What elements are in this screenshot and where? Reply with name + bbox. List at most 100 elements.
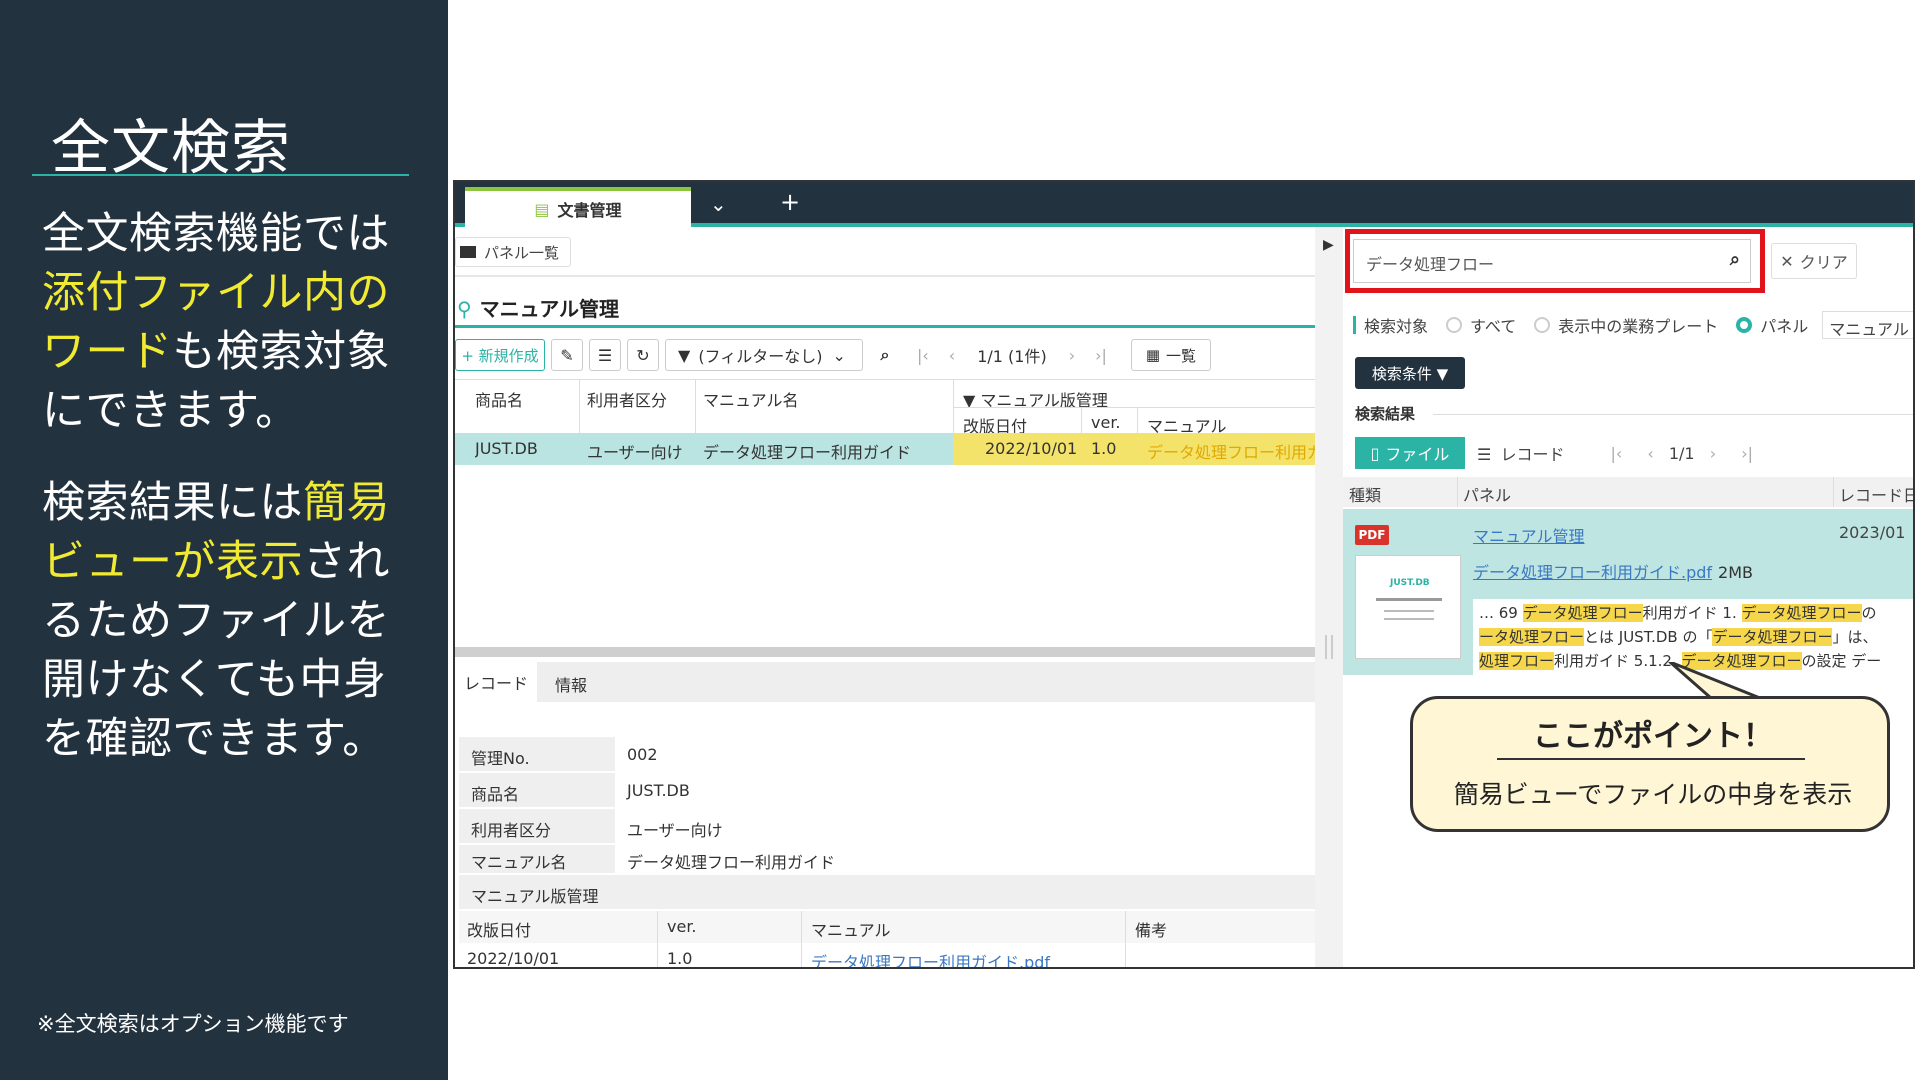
- grid-border: [953, 407, 1315, 408]
- scope-panel-radio[interactable]: [1736, 317, 1753, 333]
- drag-handle[interactable]: [1325, 635, 1333, 659]
- para1-text: 全文検索機能では: [42, 209, 390, 259]
- field-value: 002: [627, 745, 658, 764]
- document-icon: ▤: [534, 199, 550, 219]
- col-panel: パネル: [1463, 486, 1512, 505]
- sub-header-manual: マニュアル: [811, 921, 891, 940]
- prev-page-icon[interactable]: ‹: [949, 346, 955, 365]
- refresh-button[interactable]: ↻: [627, 339, 659, 371]
- snippet-text: とは JUST.DB の「: [1584, 628, 1713, 646]
- results-label: 検索結果: [1355, 405, 1416, 423]
- tab-info[interactable]: 情報: [555, 672, 587, 696]
- field-value: データ処理フロー利用ガイド: [627, 853, 836, 872]
- field-row: マニュアル名 データ処理フロー利用ガイド: [459, 845, 1319, 873]
- scope-plate-radio[interactable]: [1534, 317, 1551, 333]
- pane-splitter[interactable]: [455, 647, 1315, 657]
- clear-label: クリア: [1799, 253, 1848, 272]
- callout-underline: [1497, 758, 1805, 760]
- list-view-button[interactable]: ▦ 一覧: [1130, 339, 1211, 371]
- search-result-item[interactable]: PDF JUST.DB マニュアル管理 2023/01 データ処理フロー利用ガイ…: [1343, 509, 1913, 675]
- slide-paragraph-1: 全文検索機能では 添付ファイル内の ワードも検索対象 にできます。: [42, 205, 412, 441]
- clear-icon: ✕: [1780, 251, 1794, 271]
- next-page-icon[interactable]: ›: [1069, 346, 1075, 365]
- first-page-icon[interactable]: |‹: [1610, 444, 1622, 463]
- header-manual-name[interactable]: マニュアル名: [703, 387, 799, 411]
- next-page-icon[interactable]: ›: [1710, 444, 1716, 463]
- para2-text: 開けなくても中身: [42, 655, 387, 705]
- result-file-link[interactable]: データ処理フロー利用ガイド.pdf: [1473, 563, 1712, 582]
- point-callout: ここがポイント！ 簡易ビューでファイルの中身を表示: [1410, 696, 1890, 832]
- para2-text: され: [303, 537, 390, 587]
- tab-record-results[interactable]: ☰ レコード: [1477, 441, 1564, 465]
- panel-list-button[interactable]: パネル一覧: [455, 237, 571, 267]
- grid-border: [657, 911, 658, 967]
- result-file: データ処理フロー利用ガイド.pdf 2MB: [1473, 559, 1753, 583]
- new-record-button[interactable]: + 新規作成: [455, 339, 545, 371]
- header-product[interactable]: 商品名: [475, 387, 523, 411]
- tab-record[interactable]: レコード: [455, 662, 537, 702]
- tab-file[interactable]: ▯ ファイル: [1355, 437, 1465, 469]
- list-view-label: 一覧: [1166, 346, 1197, 365]
- cell-manual-name: データ処理フロー利用ガイド: [703, 443, 912, 462]
- last-page-icon[interactable]: ›|: [1095, 346, 1107, 365]
- snippet-text: の設定 デー: [1801, 652, 1882, 670]
- result-panel-link[interactable]: マニュアル管理: [1473, 523, 1585, 547]
- snippet-hit: データ処理フロー: [1712, 628, 1833, 646]
- thumbnail-line: [1384, 618, 1434, 620]
- result-page-indicator: 1/1: [1668, 443, 1695, 463]
- last-page-icon[interactable]: ›|: [1741, 444, 1753, 463]
- option-note: ※全文検索はオプション機能です: [37, 1012, 349, 1036]
- filter-dropdown[interactable]: ▼ (フィルターなし) ⌄: [665, 339, 863, 371]
- cell-ver: 1.0: [1091, 439, 1117, 458]
- result-header: 種類 パネル レコード日: [1343, 477, 1913, 507]
- manual-file-link[interactable]: データ処理フロー利用ガイド.pdf: [811, 949, 1050, 967]
- subtable-title: マニュアル版管理: [459, 875, 1315, 909]
- divider: [455, 275, 1315, 277]
- slide: 全文検索 全文検索機能では 添付ファイル内の ワードも検索対象 にできます。 検…: [0, 0, 1920, 1080]
- prev-page-icon[interactable]: ‹: [1647, 444, 1653, 463]
- table-row[interactable]: JUST.DB ユーザー向け データ処理フロー利用ガイド 2022/10/01 …: [455, 433, 1315, 465]
- search-doc-icon: ⚲: [457, 297, 472, 321]
- thumbnail-line: [1384, 610, 1434, 612]
- para2-text: るためファイルを: [42, 596, 390, 646]
- slide-sidebar: 全文検索 全文検索機能では 添付ファイル内の ワードも検索対象 にできます。 検…: [0, 0, 448, 1080]
- pane-title: ⚲ マニュアル管理: [457, 293, 619, 322]
- collapse-arrow-icon[interactable]: ▶: [1323, 237, 1334, 253]
- edit-button[interactable]: ✎: [551, 339, 583, 371]
- scope-plate-label: 表示中の業務プレート: [1558, 317, 1719, 336]
- snippet-text: 」は、: [1832, 628, 1878, 646]
- file-thumbnail[interactable]: JUST.DB: [1355, 555, 1461, 659]
- para1-highlight: 添付ファイル内の: [42, 268, 390, 318]
- thumbnail-line: [1376, 598, 1442, 601]
- search-button[interactable]: ⌕: [869, 339, 901, 371]
- sub-header-ver: ver.: [667, 917, 697, 936]
- app-window: ▤ 文書管理 ⌄ + パネル一覧 ⚲マニュアル管理 + 新規作成 ✎ ☰ ↻: [453, 180, 1915, 969]
- snippet-hit: ータ処理フロー: [1479, 628, 1585, 646]
- header-user-type[interactable]: 利用者区分: [587, 387, 667, 411]
- chevron-down-icon[interactable]: ⌄: [710, 192, 727, 216]
- title-underline: [32, 174, 409, 176]
- add-tab-icon[interactable]: +: [780, 188, 800, 216]
- slide-paragraph-2: 検索結果には簡易 ビューが表示され るためファイルを 開けなくても中身 を確認で…: [42, 474, 412, 769]
- grid-border: [455, 379, 1315, 380]
- menu-button[interactable]: ☰: [589, 339, 621, 371]
- scope-panel-select[interactable]: マニュアル: [1822, 311, 1913, 339]
- list-toolbar: + 新規作成 ✎ ☰ ↻ ▼ (フィルターなし) ⌄ ⌕ |‹ ‹ 1/1 (1…: [455, 339, 1217, 371]
- para2-highlight: ビューが表示: [42, 537, 303, 587]
- cell-manual: データ処理フロー利用ガイド.pdf: [1147, 443, 1315, 462]
- scope-panel-label: パネル: [1760, 317, 1809, 336]
- scope-all-radio[interactable]: [1446, 317, 1463, 333]
- file-size: 2MB: [1718, 563, 1754, 582]
- first-page-icon[interactable]: |‹: [917, 346, 929, 365]
- tab-document-management[interactable]: ▤ 文書管理: [465, 187, 691, 227]
- snippet-hit: データ処理フロー: [1522, 604, 1643, 622]
- grid-border: [1137, 407, 1138, 433]
- search-condition-button[interactable]: 検索条件 ▼: [1355, 357, 1465, 389]
- clear-button[interactable]: ✕ クリア: [1771, 243, 1857, 279]
- refresh-icon: ↻: [636, 345, 650, 365]
- field-value: ユーザー向け: [627, 821, 723, 840]
- para2-text: を確認できます。: [42, 714, 386, 764]
- header-ver[interactable]: ver.: [1091, 413, 1121, 432]
- sub-cell-rev-date: 2022/10/01: [467, 949, 560, 968]
- field-label: マニュアル名: [459, 845, 615, 873]
